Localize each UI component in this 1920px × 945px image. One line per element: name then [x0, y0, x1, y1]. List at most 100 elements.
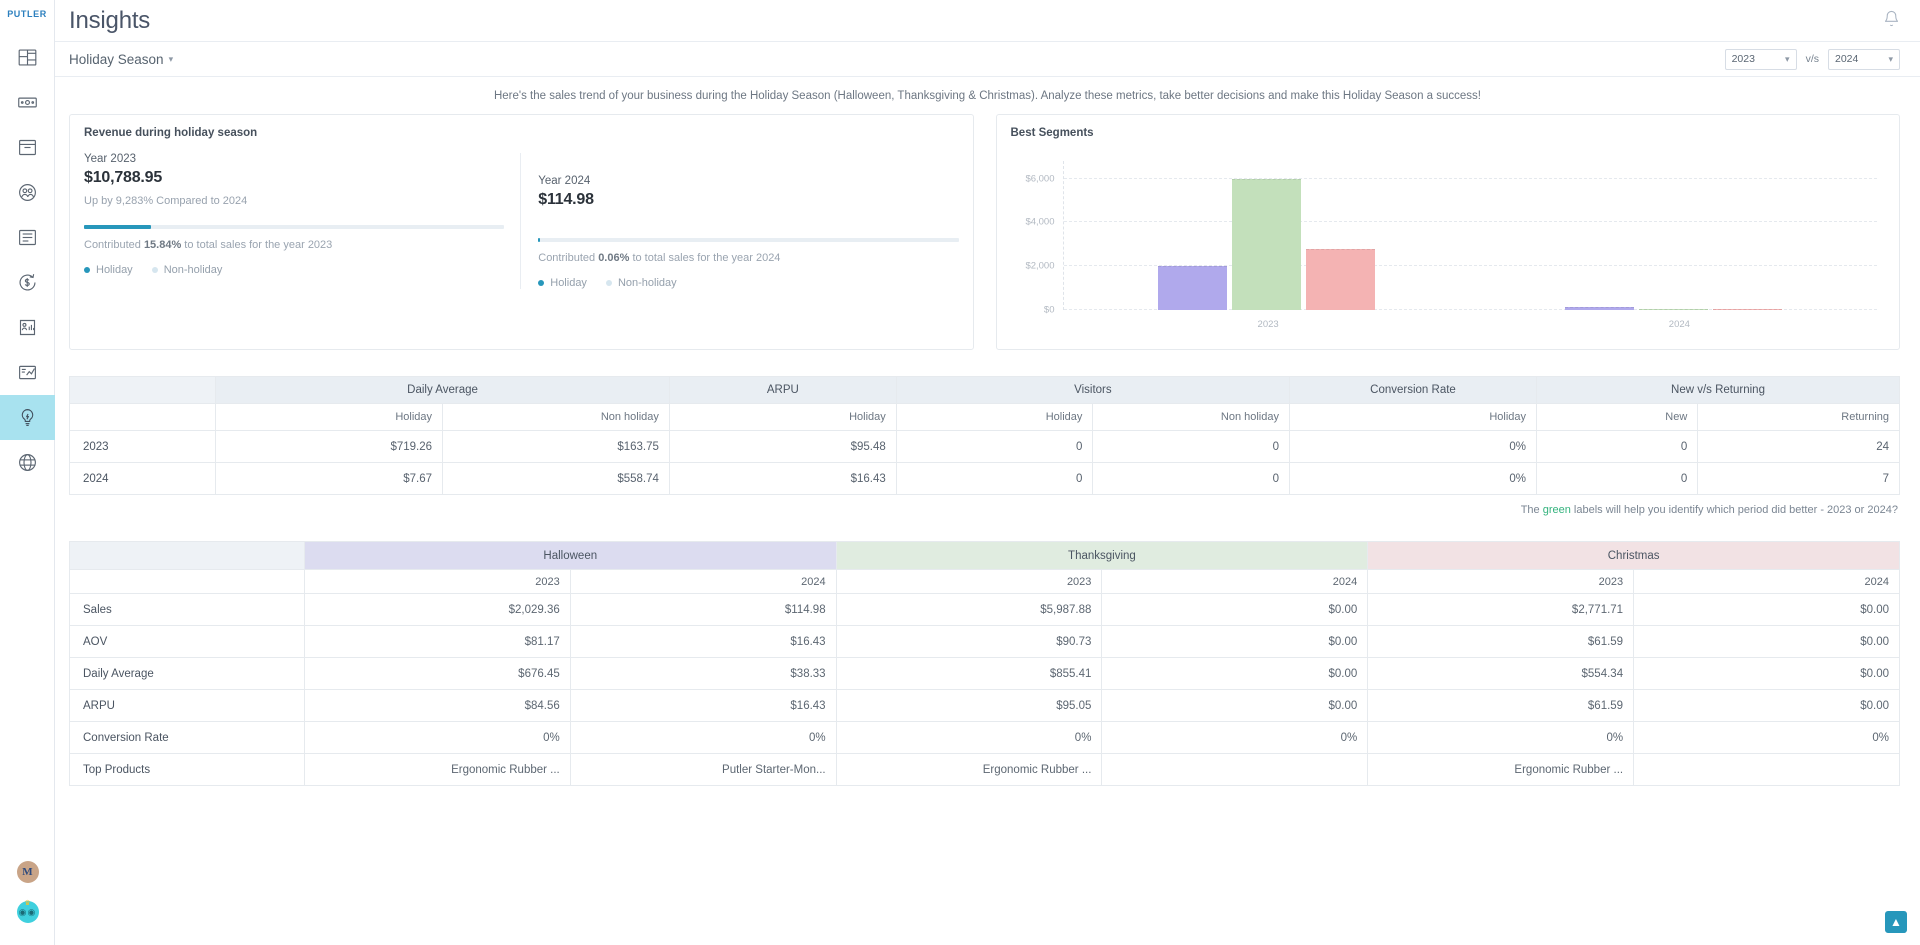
- revenue-split: Year 2023 $10,788.95 Up by 9,283% Compar…: [84, 153, 959, 289]
- table-subheader-year: 2023: [835, 569, 1103, 594]
- table-cell[interactable]: $554.34: [1367, 657, 1635, 690]
- table-cell[interactable]: $855.41: [835, 657, 1103, 690]
- x-axis-tick: 2023: [1257, 319, 1279, 330]
- legend-label-holiday: Holiday: [96, 264, 133, 276]
- legend-dot-holiday: [538, 280, 545, 286]
- chart-bar[interactable]: [1565, 307, 1635, 310]
- support-bot-icon[interactable]: ♛ ◉◉: [16, 900, 39, 923]
- table-cell[interactable]: $90.73: [835, 625, 1103, 658]
- year-left-value: 2023: [1731, 53, 1755, 65]
- table-cell: 7: [1697, 462, 1900, 495]
- chart-bar[interactable]: [1232, 178, 1302, 310]
- sidebar-item-dashboard[interactable]: [0, 35, 55, 80]
- table-subheader: [68, 403, 217, 431]
- scroll-to-top-button[interactable]: ▲: [1885, 911, 1907, 933]
- chart-plot-area: [1062, 161, 1877, 310]
- vs-label: v/s: [1805, 53, 1819, 65]
- box-icon: [17, 137, 38, 158]
- table-cell: $16.43: [569, 689, 837, 722]
- sidebar-item-refunds[interactable]: [0, 260, 55, 305]
- table-subheader-year: 2024: [1633, 569, 1900, 594]
- sidebar-item-insights[interactable]: [0, 395, 55, 440]
- table-row-label: Daily Average: [69, 657, 305, 690]
- table-cell[interactable]: $61.59: [1367, 625, 1635, 658]
- table-group-header: Christmas: [1367, 541, 1900, 570]
- table-group-header: [68, 376, 217, 404]
- table-cell: 0%: [1101, 721, 1369, 754]
- table-cell: 0%: [569, 721, 837, 754]
- table-subheader-row: Holiday Non holiday Holiday Holiday Non holi…: [68, 403, 1900, 431]
- table-cell[interactable]: 0%: [303, 721, 571, 754]
- table-cell: $16.43: [668, 462, 897, 495]
- sidebar-item-reports[interactable]: [0, 350, 55, 395]
- year-left-select[interactable]: 2023 ▾: [1724, 48, 1797, 70]
- best-segments-chart: $0 $2,000 $4,000 $6,000 2023 2024: [1011, 153, 1886, 338]
- best-segments-card: Best Segments $0 $2,000 $4,000 $6,000 2023 20…: [995, 114, 1900, 350]
- sidebar-item-sales[interactable]: [0, 80, 55, 125]
- revenue-year-2024: Year 2024 $114.98 Contributed 0.06% to t…: [520, 153, 959, 289]
- table-subheader: Non holiday: [442, 403, 670, 431]
- revenue-card: Revenue during holiday season Year 2023 …: [69, 114, 974, 350]
- bell-icon[interactable]: [1883, 10, 1900, 32]
- chart-bar[interactable]: [1639, 309, 1709, 310]
- table-cell[interactable]: Ergonomic Rubber ...: [303, 753, 571, 786]
- table-subheader: Holiday: [895, 403, 1094, 431]
- table-cell: 0%: [1288, 430, 1538, 463]
- table-cell: 0: [1092, 462, 1290, 495]
- revenue-year-label: Year 2024: [538, 175, 591, 187]
- table-cell[interactable]: $5,987.88: [835, 593, 1103, 626]
- sidebar-item-audience[interactable]: [0, 305, 55, 350]
- table-cell[interactable]: $81.17: [303, 625, 571, 658]
- sidebar-item-customers[interactable]: [0, 170, 55, 215]
- people-icon: [17, 182, 38, 203]
- table-cell[interactable]: $2,771.71: [1367, 593, 1635, 626]
- table-cell: $95.48: [668, 430, 897, 463]
- table-cell[interactable]: $84.56: [303, 689, 571, 722]
- table-cell[interactable]: 0%: [1367, 721, 1635, 754]
- legend-item-holiday: Holiday: [84, 264, 133, 276]
- cards-row: Revenue during holiday season Year 2023 …: [55, 114, 1920, 350]
- avatar[interactable]: M: [16, 861, 39, 883]
- table-cell: 0: [1092, 430, 1290, 463]
- table-cell[interactable]: $676.45: [303, 657, 571, 690]
- sidebar-item-transactions[interactable]: [0, 215, 55, 260]
- table-row: Top Products Ergonomic Rubber ... Putler S…: [69, 753, 1900, 786]
- table-cell[interactable]: $95.05: [835, 689, 1103, 722]
- table-cell[interactable]: Ergonomic Rubber ...: [1367, 753, 1635, 786]
- table-cell: $0.00: [1633, 657, 1900, 690]
- table-cell[interactable]: 0%: [835, 721, 1103, 754]
- revenue-progress-bar: [538, 238, 959, 242]
- legend-label-non-holiday: Non-holiday: [163, 264, 223, 276]
- season-selector[interactable]: Holiday Season ▾: [69, 52, 173, 67]
- revenue-legend: Holiday Non-holiday: [84, 264, 504, 276]
- table-subheader: Non holiday: [1092, 403, 1290, 431]
- report-chart-icon: [17, 362, 38, 383]
- table-row-label: 2023: [68, 430, 217, 463]
- table-cell[interactable]: $2,029.36: [303, 593, 571, 626]
- chart-bar[interactable]: [1713, 309, 1783, 310]
- holidays-table-wrap: Halloween Thanksgiving Christmas 2023 2024 20…: [55, 541, 1920, 786]
- table-group-header: Conversion Rate: [1288, 376, 1538, 404]
- year-right-select[interactable]: 2024 ▾: [1828, 48, 1900, 70]
- sidebar-item-products[interactable]: [0, 125, 55, 170]
- revenue-contribution: Contributed 0.06% to total sales for the…: [538, 252, 958, 264]
- chart-bar[interactable]: [1158, 265, 1228, 310]
- sidebar-item-web-analytics[interactable]: [0, 440, 55, 485]
- table-cell: 24: [1697, 430, 1900, 463]
- table-cell: $16.43: [569, 625, 837, 658]
- legend-item-non-holiday: Non-holiday: [151, 264, 223, 276]
- table-row-label: Conversion Rate: [69, 721, 305, 754]
- table-cell[interactable]: $61.59: [1367, 689, 1635, 722]
- table-cell: $0.00: [1101, 689, 1369, 722]
- year-right-value: 2024: [1835, 53, 1859, 65]
- contrib-prefix: Contributed: [84, 239, 144, 251]
- legend-dot-holiday: [84, 267, 90, 273]
- top-bar: Insights: [55, 0, 1920, 42]
- revenue-year-2023: Year 2023 $10,788.95 Up by 9,283% Compar…: [84, 153, 505, 289]
- table-cell[interactable]: Ergonomic Rubber ...: [835, 753, 1103, 786]
- y-axis-tick: $2,000: [1025, 260, 1055, 272]
- dashboard-icon: [17, 47, 38, 68]
- table-cell: $163.75: [442, 430, 670, 463]
- banknote-icon: [17, 92, 38, 113]
- chart-bar[interactable]: [1306, 249, 1376, 310]
